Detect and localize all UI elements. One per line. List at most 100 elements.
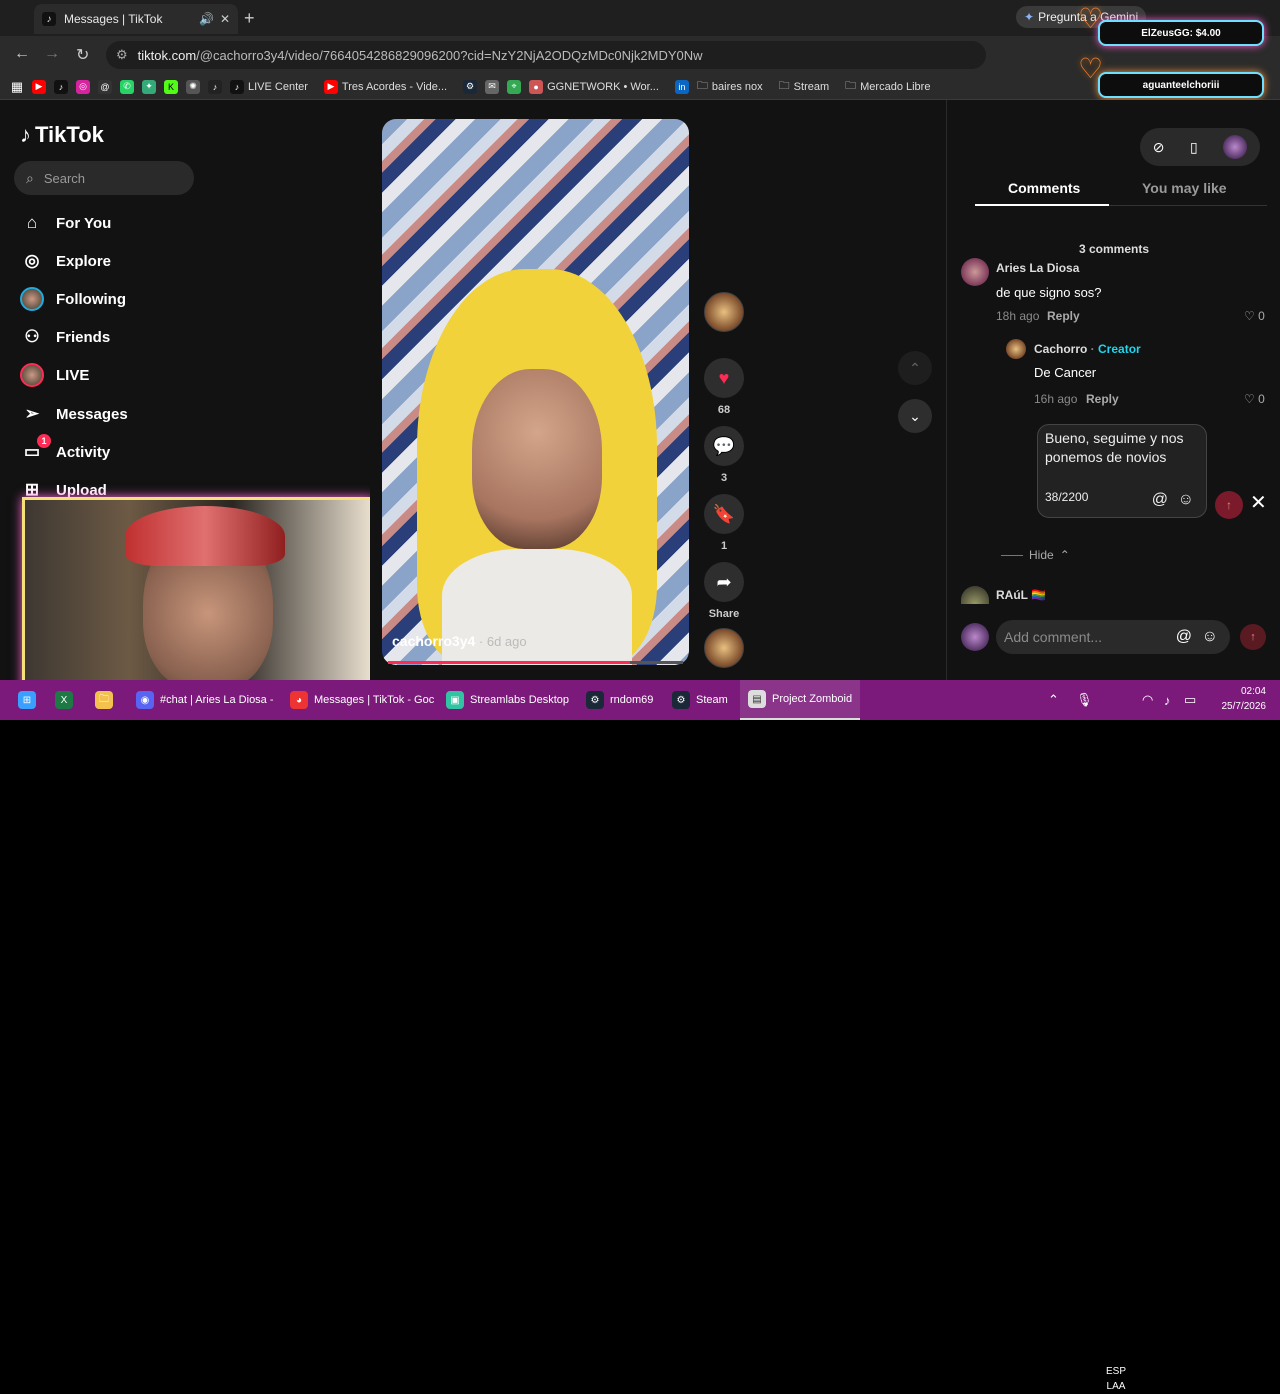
- next-video-button[interactable]: ⌄: [898, 399, 932, 433]
- comment-like[interactable]: ♡ 0: [1244, 309, 1265, 323]
- taskbar-steam[interactable]: ⚙ Steam: [672, 680, 728, 720]
- steam-icon[interactable]: ⚙: [463, 79, 478, 94]
- video-username[interactable]: cachorro3y4: [392, 633, 475, 649]
- reply-button[interactable]: Reply: [1086, 392, 1119, 406]
- youtube-icon[interactable]: ▶: [32, 79, 46, 94]
- bookmark-label: baires nox: [711, 80, 763, 93]
- bookmark-tres-acordes[interactable]: ▶ Tres Acordes - Vide...: [323, 79, 447, 94]
- taskbar-steam-user[interactable]: ⚙ rndom69: [586, 680, 653, 720]
- commenter-avatar[interactable]: [961, 258, 989, 286]
- tab-comments[interactable]: Comments: [1008, 180, 1080, 196]
- mention-icon[interactable]: @: [1152, 490, 1168, 509]
- video-progress-bar[interactable]: [388, 661, 683, 664]
- gmail-icon[interactable]: ✉: [485, 79, 500, 94]
- creator-avatar[interactable]: [704, 292, 744, 332]
- save-button[interactable]: 🔖: [704, 494, 744, 534]
- taskbar-streamlabs[interactable]: ▣ Streamlabs Desktop: [446, 680, 569, 720]
- nav-for-you[interactable]: ⌂ For You: [20, 208, 111, 238]
- send-reply-button[interactable]: ↑: [1215, 491, 1243, 519]
- post-comment-button[interactable]: ↑: [1240, 624, 1266, 650]
- like-button[interactable]: ♥: [704, 358, 744, 398]
- commenter-name[interactable]: Aries La Diosa: [996, 261, 1079, 275]
- search-input[interactable]: ⌕ Search: [14, 161, 194, 195]
- taskbar-chrome[interactable]: ◕ Messages | TikTok - Goc: [290, 680, 434, 720]
- start-button[interactable]: ⊞: [18, 680, 36, 720]
- nav-friends[interactable]: ⚇ Friends: [20, 322, 110, 352]
- clock-time: 02:04: [1240, 686, 1266, 697]
- reply-button[interactable]: Reply: [1047, 309, 1080, 323]
- language-indicator[interactable]: ESP LAA: [1106, 1364, 1126, 1394]
- new-tab-button[interactable]: +: [244, 8, 255, 29]
- commenter-name[interactable]: RAúL 🏳️‍🌈: [996, 588, 1046, 602]
- steam-icon: ⚙: [586, 691, 604, 709]
- url-bar[interactable]: ⚙ tiktok.com/@cachorro3y4/video/76640542…: [106, 41, 986, 69]
- battery-icon[interactable]: ▭: [1184, 680, 1196, 720]
- emoji-icon[interactable]: ☺: [1178, 490, 1194, 509]
- tiktok-icon[interactable]: ♪: [54, 79, 68, 94]
- phone-icon[interactable]: ▯: [1190, 139, 1198, 156]
- tiktok-alt-icon[interactable]: ♪: [208, 79, 222, 94]
- reply-like[interactable]: ♡ 0: [1244, 392, 1265, 406]
- speaker-icon[interactable]: 🔊: [199, 12, 214, 26]
- reply-input-text: Bueno, seguime y nos ponemos de novios: [1045, 430, 1184, 465]
- whatsapp-icon[interactable]: ✆: [120, 79, 134, 94]
- reply-input[interactable]: Bueno, seguime y nos ponemos de novios 3…: [1037, 424, 1207, 518]
- tiktok-logo[interactable]: ♪ TikTok: [20, 122, 104, 148]
- nav-following[interactable]: Following: [20, 284, 126, 314]
- taskbar-explorer[interactable]: 🗀: [95, 680, 113, 720]
- wifi-icon[interactable]: ◠: [1142, 680, 1153, 720]
- bookmark-ggnetwork[interactable]: ● GGNETWORK • Wor...: [529, 79, 659, 94]
- back-icon[interactable]: ←: [14, 45, 30, 63]
- nav-messages[interactable]: ➢ Messages: [20, 399, 128, 429]
- kick-icon[interactable]: K: [164, 79, 178, 94]
- nav-activity[interactable]: ▭ 1 Activity: [20, 434, 110, 467]
- streamer-cap: [125, 506, 285, 566]
- close-tab-icon[interactable]: ✕: [220, 12, 230, 26]
- comment-button[interactable]: 💬: [704, 426, 744, 466]
- taskbar-discord[interactable]: ◉ #chat | Aries La Diosa -: [136, 680, 274, 720]
- tab-you-may-like[interactable]: You may like: [1142, 180, 1227, 196]
- close-reply-button[interactable]: ✕: [1250, 490, 1267, 515]
- apps-grid-icon[interactable]: ▦: [10, 79, 24, 94]
- share-button[interactable]: ➦: [704, 562, 744, 602]
- maps-icon[interactable]: ⌖: [507, 79, 522, 94]
- volume-icon[interactable]: ♪: [1164, 680, 1171, 720]
- bookmark-stream[interactable]: 🗀 Stream: [779, 77, 829, 96]
- taskbar-excel[interactable]: X: [55, 680, 73, 720]
- add-comment-input[interactable]: Add comment... @ ☺: [996, 620, 1230, 654]
- microphone-icon[interactable]: 🎙: [1076, 680, 1093, 720]
- creator-reply-avatar[interactable]: [1006, 339, 1026, 359]
- emoji-icon[interactable]: ☺: [1202, 628, 1218, 646]
- tray-overflow-icon[interactable]: ⌃: [1048, 680, 1059, 720]
- share-label: Share: [708, 608, 740, 620]
- hide-replies-button[interactable]: Hide ⌃: [1001, 548, 1070, 562]
- heart-outline-icon: ♡: [1244, 392, 1255, 406]
- instagram-icon[interactable]: ◎: [76, 79, 90, 94]
- previous-video-button[interactable]: ⌃: [898, 351, 932, 385]
- comment-icon: 💬: [712, 435, 736, 456]
- profile-avatar[interactable]: [1223, 135, 1248, 159]
- reply-like-count: 0: [1258, 392, 1265, 406]
- sound-disc[interactable]: [704, 628, 744, 668]
- site-info-icon[interactable]: ⚙: [116, 47, 128, 63]
- mention-icon[interactable]: @: [1176, 628, 1192, 646]
- gemini-bookmark-icon[interactable]: ✦: [142, 79, 156, 94]
- coins-icon[interactable]: ⊘: [1153, 139, 1165, 156]
- taskbar-clock[interactable]: 02:04 25/7/2026: [1210, 684, 1267, 714]
- linkedin-icon[interactable]: in: [674, 79, 689, 94]
- taskbar-project-zomboid[interactable]: ▤ Project Zomboid: [740, 680, 861, 720]
- threads-icon[interactable]: @: [98, 79, 112, 94]
- nav-live[interactable]: LIVE: [20, 360, 89, 390]
- browser-tab[interactable]: ♪ Messages | TikTok 🔊 ✕: [34, 4, 238, 34]
- openai-icon[interactable]: ✺: [186, 79, 200, 94]
- live-avatar-icon: [20, 363, 44, 387]
- reload-icon[interactable]: ↻: [76, 45, 89, 65]
- bookmark-baires-nox[interactable]: 🗀 baires nox: [697, 77, 763, 96]
- search-placeholder: Search: [43, 170, 86, 186]
- nav-explore[interactable]: ◎ Explore: [20, 246, 111, 276]
- forward-icon[interactable]: →: [44, 45, 60, 63]
- reply-author[interactable]: Cachorro · Creator: [1034, 342, 1141, 356]
- video-player[interactable]: [382, 119, 689, 665]
- bookmark-live-center[interactable]: ♪ LIVE Center: [230, 79, 308, 94]
- bookmark-mercado-libre[interactable]: 🗀 Mercado Libre: [845, 77, 930, 96]
